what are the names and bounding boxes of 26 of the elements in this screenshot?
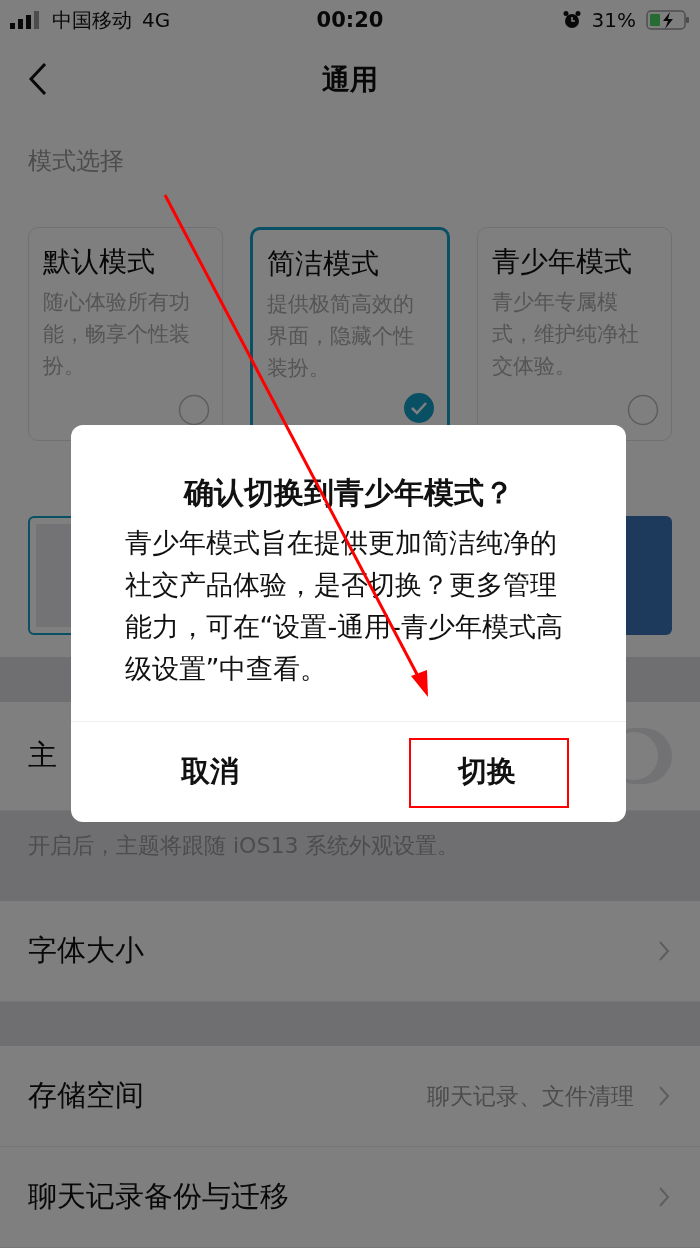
battery-charging-icon bbox=[646, 9, 690, 31]
cancel-button[interactable]: 取消 bbox=[71, 722, 349, 822]
confirm-button[interactable]: 切换 bbox=[348, 722, 626, 822]
network-type: 4G bbox=[142, 8, 171, 32]
settings-row[interactable]: 聊天记录备份与迁移 bbox=[0, 1147, 700, 1248]
setting-label: 字体大小 bbox=[28, 932, 144, 969]
mode-title: 默认模式 bbox=[43, 244, 156, 280]
chevron-icon bbox=[658, 1186, 670, 1208]
settings-row[interactable]: 字体大小 bbox=[0, 901, 700, 1002]
battery-percent: 31% bbox=[591, 8, 636, 32]
alarm-icon bbox=[561, 10, 582, 30]
chevron-icon bbox=[658, 1085, 670, 1107]
radio-icon bbox=[627, 394, 659, 426]
setting-label: 主 bbox=[28, 737, 57, 774]
mode-title: 青少年模式 bbox=[491, 244, 633, 280]
signal-icon bbox=[10, 10, 42, 30]
page-title: 通用 bbox=[322, 62, 378, 98]
status-time: 00:20 bbox=[316, 8, 384, 32]
setting-label: 存储空间 bbox=[28, 1077, 144, 1114]
setting-label: 聊天记录备份与迁移 bbox=[28, 1178, 289, 1215]
chevron-icon bbox=[658, 940, 670, 962]
check-icon bbox=[402, 392, 435, 424]
back-icon[interactable] bbox=[28, 62, 48, 96]
carrier-name: 中国移动 bbox=[52, 6, 132, 34]
radio-icon bbox=[178, 394, 211, 426]
mode-title: 简洁模式 bbox=[267, 246, 381, 282]
